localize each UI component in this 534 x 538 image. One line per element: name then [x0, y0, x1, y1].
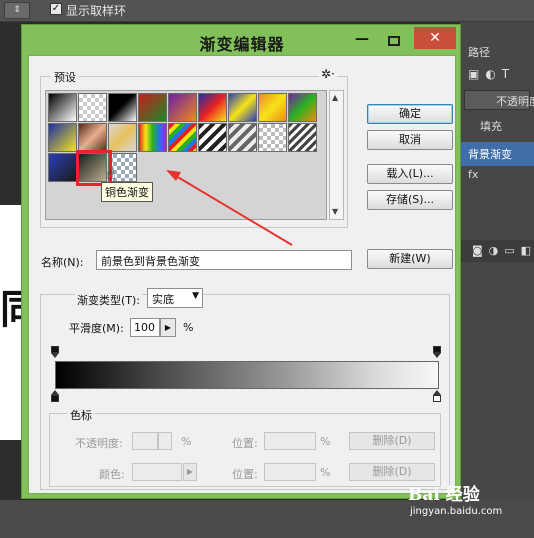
- stop-opacity-slider-button[interactable]: [158, 432, 172, 450]
- preset-swatch[interactable]: [198, 93, 227, 122]
- gradient-type-label: 渐变类型(T):: [75, 292, 143, 308]
- preset-swatch-copper[interactable]: [78, 123, 107, 152]
- preset-swatch[interactable]: [48, 123, 77, 152]
- paths-tab[interactable]: 路径: [468, 44, 490, 60]
- preset-swatch[interactable]: [138, 123, 167, 152]
- preset-swatch[interactable]: [228, 93, 257, 122]
- stop-opacity-location-percent: %: [320, 435, 331, 448]
- preset-swatch[interactable]: [108, 123, 137, 152]
- smoothness-percent: %: [183, 321, 194, 334]
- layer-fx-icon[interactable]: fx: [468, 168, 478, 181]
- close-button[interactable]: ✕: [414, 27, 456, 49]
- preset-swatch[interactable]: [48, 153, 77, 182]
- gradient-editor-dialog: 渐变编辑器 — ✕ 预设 ✲· ▲ ▼ ☝ 铜色渐变 确定 取消 载入(L)..…: [21, 24, 461, 499]
- hand-cursor-icon: ☝: [106, 164, 116, 183]
- gradient-preview-bar[interactable]: [55, 361, 439, 389]
- close-icon: ✕: [429, 30, 441, 46]
- show-ring-label: 显示取样环: [66, 4, 127, 18]
- name-input[interactable]: 前景色到背景色渐变: [96, 250, 352, 270]
- opacity-stop-swatch: [433, 346, 441, 353]
- preset-swatch[interactable]: [78, 93, 107, 122]
- maximize-icon: [388, 36, 400, 46]
- color-stop-left[interactable]: [51, 390, 59, 402]
- new-button[interactable]: 新建(W): [367, 249, 453, 269]
- stop-color-swatch[interactable]: [132, 463, 182, 481]
- preset-swatch[interactable]: [138, 93, 167, 122]
- preset-scrollbar[interactable]: ▲ ▼: [329, 90, 344, 220]
- preset-swatch[interactable]: [228, 123, 257, 152]
- stop-opacity-label: 不透明度:: [75, 437, 123, 450]
- preset-swatch[interactable]: [288, 93, 317, 122]
- dialog-body: 预设 ✲· ▲ ▼ ☝ 铜色渐变 确定 取消 载入(L)... 存储(S)...…: [28, 55, 456, 494]
- baidu-watermark-logo: Bai 经验: [408, 485, 480, 505]
- preset-swatch[interactable]: [258, 93, 287, 122]
- layer-name: 背景渐变: [468, 148, 512, 161]
- smoothness-slider-button[interactable]: ▶: [160, 318, 176, 337]
- preset-swatch[interactable]: [48, 93, 77, 122]
- gear-icon[interactable]: ✲·: [319, 67, 337, 81]
- opacity-stop-pointer: [433, 353, 441, 358]
- show-ring-checkbox[interactable]: ✓: [50, 3, 62, 15]
- swatch-tooltip: 铜色渐变: [101, 182, 153, 202]
- presets-label: 预设: [51, 69, 79, 85]
- delete-opacity-stop-button[interactable]: 删除(D): [349, 432, 435, 450]
- scroll-down-icon[interactable]: ▼: [332, 207, 338, 216]
- ok-button[interactable]: 确定: [367, 104, 453, 124]
- fill-label: 填充: [480, 120, 502, 133]
- color-stop-right[interactable]: [433, 390, 441, 402]
- maximize-button[interactable]: [380, 33, 408, 51]
- smoothness-label: 平滑度(M):: [69, 322, 124, 335]
- preset-swatch[interactable]: [288, 123, 317, 152]
- tool-preset-picker[interactable]: ⇕: [4, 2, 30, 19]
- save-button[interactable]: 存储(S)...: [367, 190, 453, 210]
- delete-color-stop-button[interactable]: 删除(D): [349, 463, 435, 481]
- chevron-down-icon: ▼: [192, 291, 199, 301]
- preset-swatch[interactable]: [108, 93, 137, 122]
- layers-bottom-toolbar[interactable]: ◙◑▭◧: [460, 240, 534, 262]
- cancel-button[interactable]: 取消: [367, 130, 453, 150]
- smoothness-input[interactable]: 100: [130, 318, 160, 337]
- gradient-type-select[interactable]: 实底 ▼: [147, 288, 203, 308]
- canvas-text-glyph: 同: [0, 287, 22, 333]
- scroll-up-icon[interactable]: ▲: [332, 93, 338, 102]
- opacity-stop-right[interactable]: [433, 346, 441, 358]
- preset-swatch[interactable]: [198, 123, 227, 152]
- color-stop-swatch: [433, 395, 441, 402]
- stop-color-label: 颜色:: [99, 468, 125, 481]
- stop-opacity-location-input[interactable]: [264, 432, 316, 450]
- opacity-stop-left[interactable]: [51, 346, 59, 358]
- minimize-button[interactable]: —: [348, 32, 376, 51]
- stop-opacity-location-label: 位置:: [232, 437, 258, 450]
- name-label: 名称(N):: [41, 256, 84, 269]
- stop-color-location-label: 位置:: [232, 468, 258, 481]
- load-button[interactable]: 载入(L)...: [367, 164, 453, 184]
- color-stops-label: 色标: [67, 407, 95, 423]
- stop-opacity-percent: %: [181, 435, 192, 448]
- stop-color-location-input[interactable]: [264, 463, 316, 481]
- baidu-watermark-url: jingyan.baidu.com: [410, 506, 503, 517]
- preset-swatch[interactable]: [258, 123, 287, 152]
- stop-color-picker-button[interactable]: ▶: [183, 463, 197, 481]
- stop-opacity-input[interactable]: [132, 432, 158, 450]
- color-stop-swatch: [51, 395, 59, 402]
- preset-swatch[interactable]: [168, 123, 197, 152]
- opacity-label: 不透明度: [496, 95, 534, 108]
- stop-color-location-percent: %: [320, 466, 331, 479]
- gradient-type-value: 实底: [152, 293, 174, 306]
- opacity-stop-swatch: [51, 346, 59, 353]
- preset-swatch[interactable]: [168, 93, 197, 122]
- layers-panel: 路径 ▣◐T 不透明度 填充 背景渐变 fx ◙◑▭◧: [460, 22, 534, 500]
- opacity-stop-pointer: [51, 353, 59, 358]
- layer-filter-icons[interactable]: ▣◐T: [468, 67, 515, 81]
